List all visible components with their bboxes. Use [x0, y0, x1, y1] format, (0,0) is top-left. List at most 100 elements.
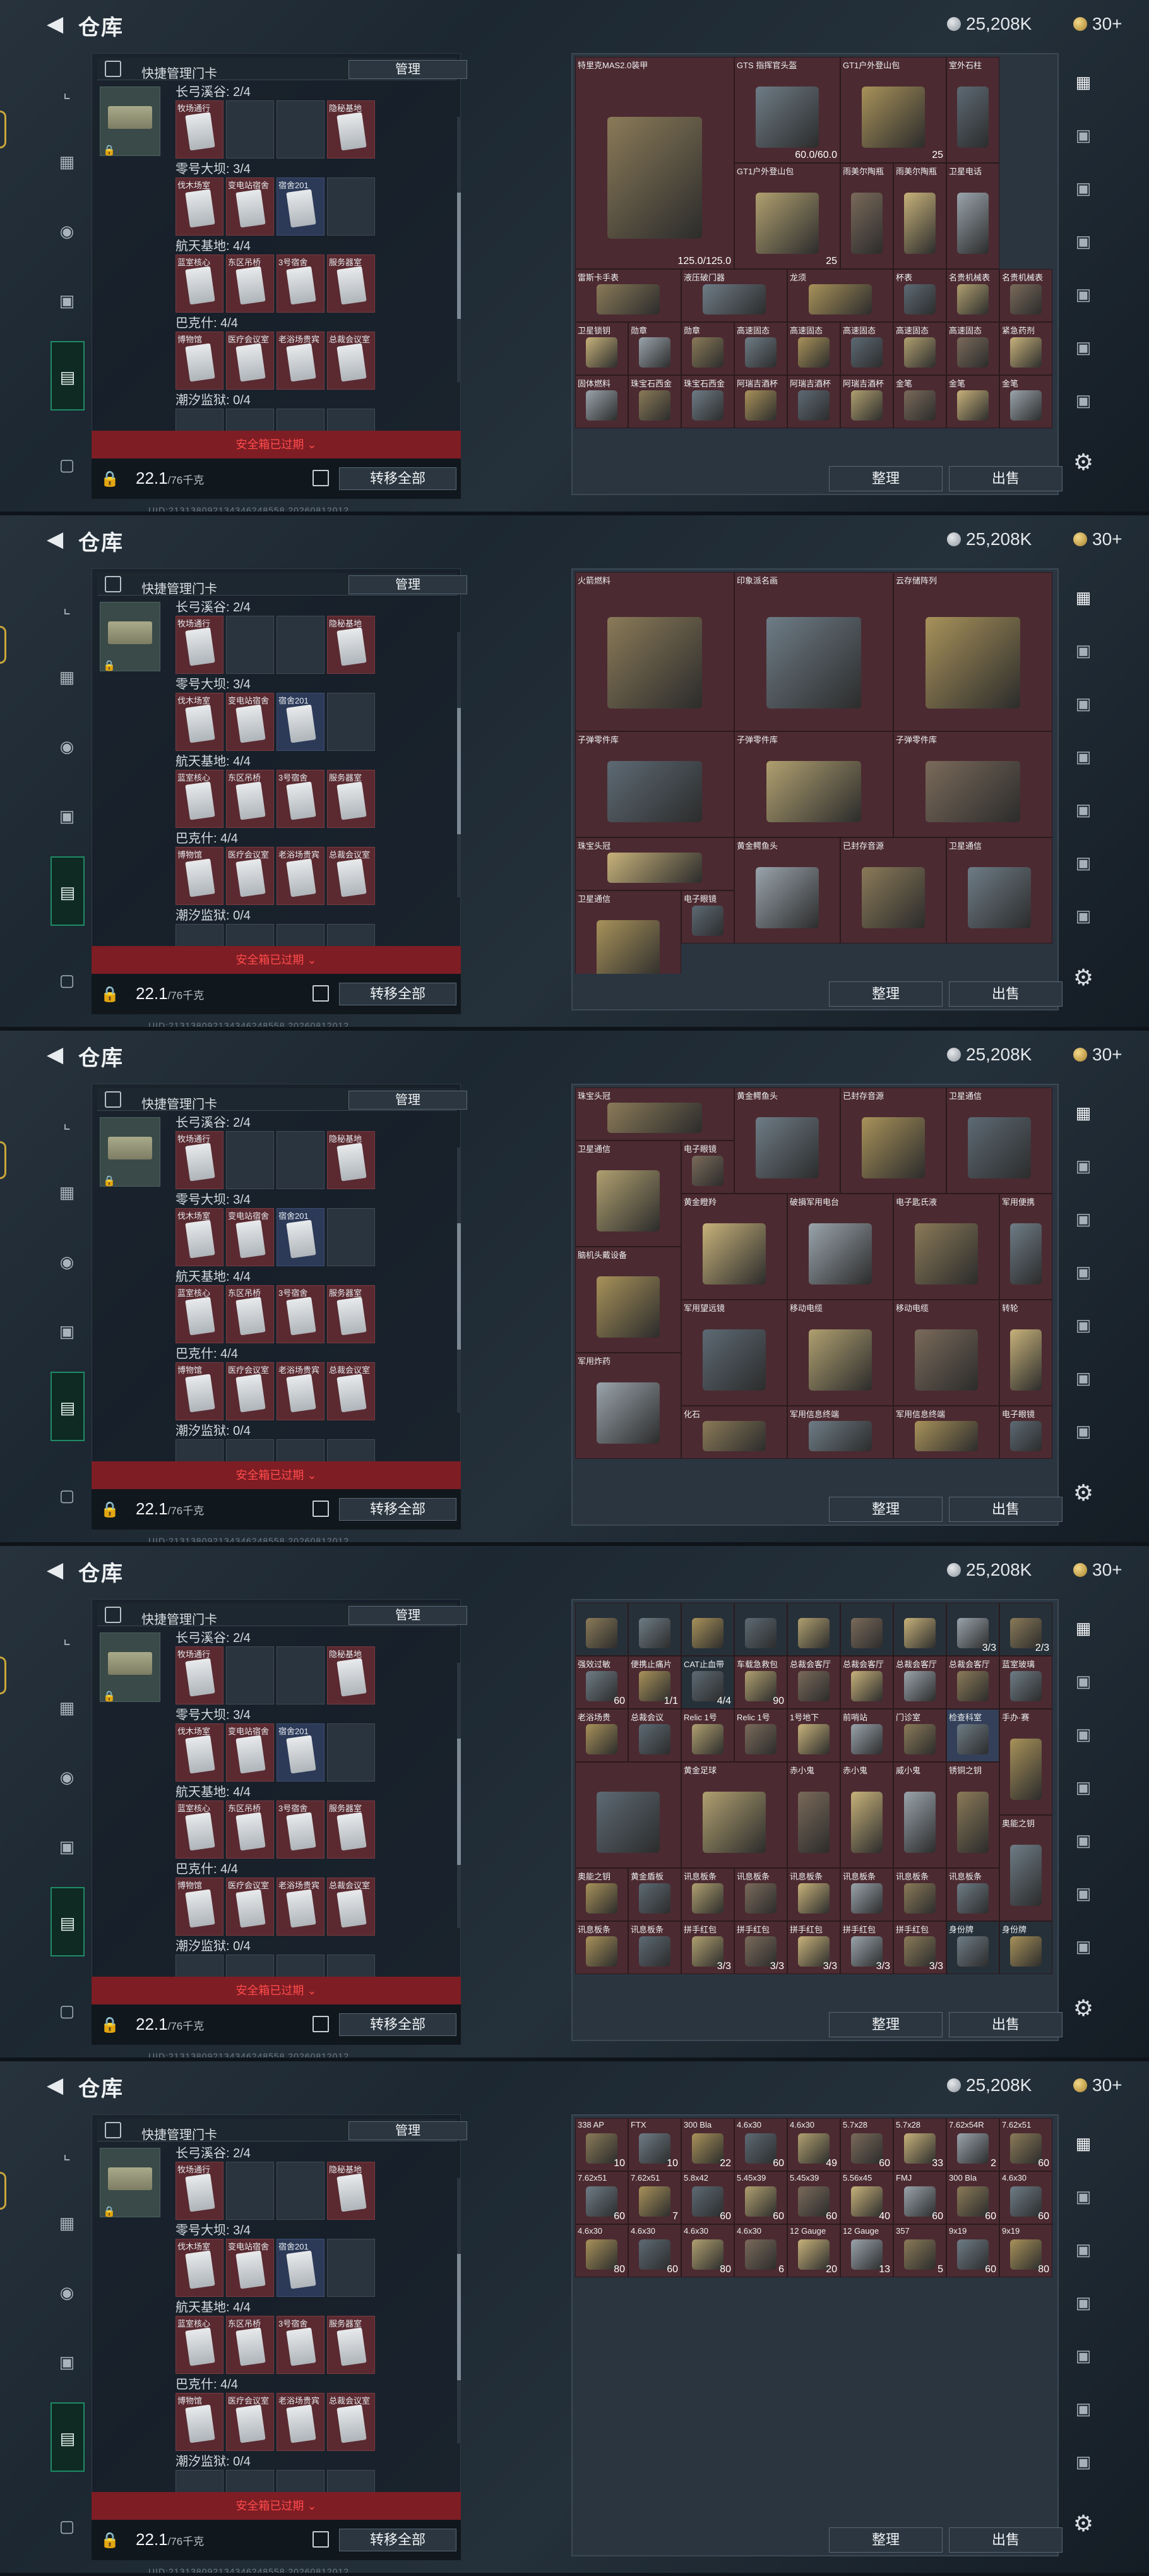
stash-item[interactable]: 手办·赛 [999, 1709, 1052, 1815]
keycard-slot[interactable]: 博物馆 [176, 1878, 223, 1936]
keycard-slot[interactable] [327, 177, 375, 236]
keycard-case-slot[interactable]: 🔒 [100, 1632, 160, 1702]
keycard-slot[interactable]: 宿舍201 [277, 2239, 324, 2297]
keycard-slot[interactable] [327, 1723, 375, 1782]
back-arrow-icon[interactable]: ◀ [47, 1042, 69, 1067]
stash-tab-icon[interactable]: ▣ [1069, 333, 1097, 361]
stash-item[interactable]: 卫星通信 [575, 890, 681, 974]
stash-item[interactable]: 破損军用电台 [787, 1194, 893, 1300]
stash-item[interactable]: FTX 10 [628, 2118, 681, 2171]
back-arrow-icon[interactable]: ◀ [47, 527, 69, 552]
stash-tab-icon[interactable]: ▣ [1069, 1152, 1097, 1180]
keycard-case-tab[interactable]: ▤ [51, 2402, 85, 2472]
stash-tab-icon[interactable]: ▣ [1069, 1879, 1097, 1907]
stash-item[interactable]: 勋章 [628, 322, 681, 375]
keycard-slot[interactable]: 变电站宿舍 [226, 177, 274, 236]
safe-box-expired-banner[interactable]: 安全箱已过期 ⌄ [92, 2492, 461, 2520]
stash-tab-icon[interactable]: ▣ [1069, 902, 1097, 930]
keycard-slot[interactable]: 蓝室核心 [176, 1285, 223, 1343]
safe-box-expired-banner[interactable]: 安全箱已过期 ⌄ [92, 1977, 461, 2004]
stash-item[interactable]: 珠宝头冠 [575, 1087, 734, 1141]
stash-item[interactable]: 357 5 [893, 2224, 946, 2277]
keycard-slot[interactable]: 老浴场贵宾 [277, 1878, 324, 1936]
stash-item[interactable]: 军用信息终端 [893, 1406, 999, 1459]
keycard-slot[interactable]: 总裁会议室 [327, 847, 375, 905]
stash-item[interactable]: 珠宝头冠 [575, 837, 734, 890]
keycard-slot[interactable]: 3号宿舍 [277, 770, 324, 828]
keycard-slot[interactable]: 蓝室核心 [176, 2316, 223, 2374]
back-arrow-icon[interactable]: ◀ [47, 11, 69, 37]
keycard-slot[interactable] [277, 100, 324, 159]
stash-item[interactable]: 讯息板条 [787, 1868, 840, 1921]
armor-icon[interactable]: ▦ [51, 145, 83, 178]
lock-icon[interactable]: 🔒 [100, 1501, 119, 1519]
stash-item[interactable]: 已封存音源 [840, 1087, 946, 1194]
stash-item[interactable]: 卫星通信 [575, 1141, 681, 1247]
sell-button[interactable]: 出售 [949, 2012, 1063, 2037]
keycard-case-tab[interactable]: ▤ [51, 1887, 85, 1956]
keycard-slot[interactable]: 老浴场贵宾 [277, 1362, 324, 1420]
keycard-slot[interactable]: 3号宿舍 [277, 1800, 324, 1859]
stash-item[interactable]: 子弹零件库 [575, 731, 734, 837]
stash-tab-icon[interactable]: ▣ [1069, 2289, 1097, 2316]
stash-item[interactable]: 前哨站 [840, 1709, 893, 1762]
sort-button[interactable]: 整理 [829, 2012, 943, 2037]
stash-item[interactable]: 讯息板条 [628, 1921, 681, 1974]
keycard-slot[interactable] [226, 616, 274, 674]
stash-grid[interactable]: 338 AP 10 FTX 10 300 Bla 22 4.6x30 60 4.6x30 49 5.… [575, 2118, 1056, 2520]
keycard-slot[interactable]: 宿舍201 [277, 177, 324, 236]
keycard-slot[interactable] [226, 100, 274, 159]
keycard-slot[interactable]: 牧场通行 [176, 1646, 223, 1704]
stash-item[interactable]: 室外石柱 [946, 57, 999, 163]
stash-item[interactable]: 电子眼镜 [681, 890, 734, 944]
transfer-all-button[interactable]: 转移全部 [339, 2013, 456, 2036]
keycard-slot[interactable]: 博物馆 [176, 1362, 223, 1420]
stash-item[interactable]: 7.62x51 60 [575, 2171, 628, 2224]
keycard-slot[interactable]: 总裁会议室 [327, 332, 375, 390]
stash-item[interactable]: 雨美尔陶瓶 [840, 163, 893, 269]
armor-icon[interactable]: ▦ [51, 2207, 83, 2239]
stash-tab-icon[interactable]: ▣ [1069, 1258, 1097, 1286]
stash-item[interactable]: 奥能之钥 [575, 1868, 628, 1921]
stash-item[interactable] [575, 1762, 681, 1868]
stash-tab-icon[interactable]: ▣ [1069, 2236, 1097, 2263]
stash-item[interactable]: 5.45x39 60 [734, 2171, 787, 2224]
stash-tab-icon[interactable]: ▣ [1069, 1720, 1097, 1748]
scrollbar[interactable] [457, 1147, 461, 1413]
stash-item[interactable]: 卫星电话 [946, 163, 999, 269]
stash-item[interactable]: 检查科室 [946, 1709, 999, 1762]
stash-item[interactable] [787, 1603, 840, 1656]
stash-item[interactable]: 卫星锁钥 [575, 322, 628, 375]
stash-item[interactable]: 12 Gauge 20 [787, 2224, 840, 2277]
stash-item[interactable] [681, 1603, 734, 1656]
back-arrow-icon[interactable]: ◀ [47, 1557, 69, 1583]
stash-item[interactable]: 拼手红包 3/3 [787, 1921, 840, 1974]
scroll-thumb[interactable] [457, 193, 461, 319]
stash-item[interactable]: 赤小鬼 [787, 1762, 840, 1868]
sell-button[interactable]: 出售 [949, 2527, 1063, 2553]
pistol-icon[interactable]: ⌞ [51, 76, 83, 109]
pistol-icon[interactable]: ⌞ [51, 2137, 83, 2170]
keycard-case-tab[interactable]: ▤ [51, 1372, 85, 1441]
sell-button[interactable]: 出售 [949, 466, 1063, 491]
keycard-slot[interactable]: 隐秘基地 [327, 616, 375, 674]
stash-item[interactable]: 勋章 [681, 322, 734, 375]
keycard-slot[interactable]: 3号宿舍 [277, 1285, 324, 1343]
stash-item[interactable]: Relic 1号 [681, 1709, 734, 1762]
keycard-slot[interactable]: 牧场通行 [176, 100, 223, 159]
stash-tab-icon[interactable]: ▣ [1069, 690, 1097, 717]
stash-item[interactable]: 移动电缆 [893, 1300, 999, 1406]
manage-button[interactable]: 管理 [348, 1091, 467, 1110]
stash-item[interactable]: 黄金瞪羚 [681, 1194, 787, 1300]
stash-grid[interactable]: 特里克MAS2.0装甲 125.0/125.0 GTS 指挥官头盔 60.0/60.0… [575, 57, 1056, 458]
keycard-slot-list[interactable]: 长弓溪谷: 2/4 牧场通行 隐秘基地 零号大坝: 3/4 伐木场室 变电站宿舍 宿舍201… [176, 1115, 460, 1468]
stash-tab-icon[interactable]: ▣ [1069, 121, 1097, 149]
keycard-slot[interactable]: 博物馆 [176, 2393, 223, 2451]
scrollbar[interactable] [457, 2178, 461, 2443]
keycard-slot[interactable]: 东区吊桥 [226, 1800, 274, 1859]
gear-icon[interactable]: ⚙ [1071, 965, 1096, 990]
stash-item[interactable]: 高速固态 [734, 322, 787, 375]
stash-tab-icon[interactable]: ▣ [1069, 386, 1097, 414]
stash-item[interactable]: GTS 指挥官头盔 60.0/60.0 [734, 57, 840, 163]
keycard-slot[interactable]: 宿舍201 [277, 693, 324, 751]
